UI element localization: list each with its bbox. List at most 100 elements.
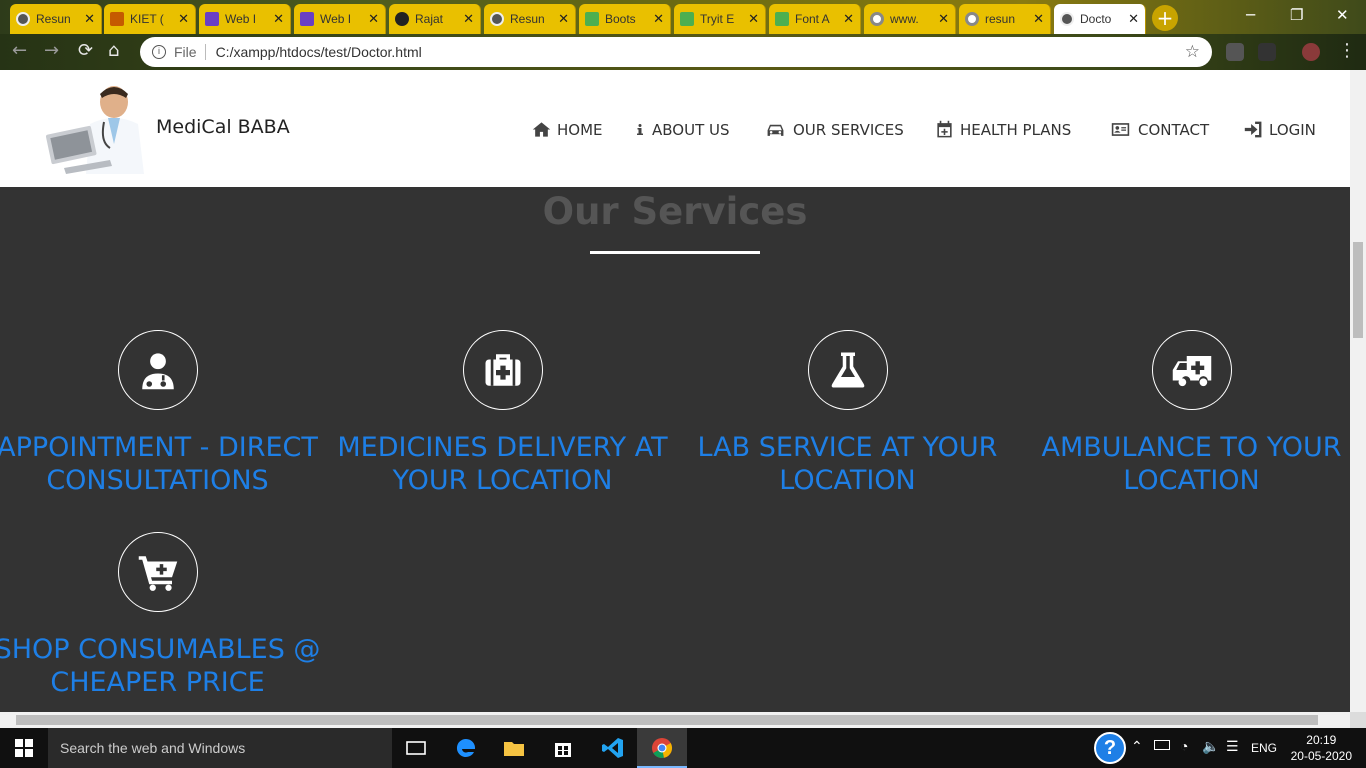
site-header: MediCal BABA HOME ABOUT US OUR SERVICES …	[0, 70, 1350, 187]
service-card[interactable]: Ambulance to your location	[1019, 330, 1364, 497]
browser-tab-active[interactable]: Docto ✕	[1054, 4, 1146, 34]
browser-tab[interactable]: Web I ✕	[294, 4, 386, 34]
nav-services[interactable]: OUR SERVICES	[764, 120, 904, 139]
url-text[interactable]: C:/xampp/htdocs/test/Doctor.html	[216, 44, 1185, 60]
windows-logo-icon	[15, 739, 33, 757]
close-icon[interactable]: ✕	[1033, 12, 1044, 27]
service-label: Medicines Delivery at your location	[337, 432, 668, 496]
browser-tab[interactable]: Web I ✕	[199, 4, 291, 34]
globe-icon	[490, 12, 504, 26]
divider	[204, 44, 206, 60]
tab-title: resun	[985, 12, 1016, 26]
browser-tab[interactable]: Tryit E ✕	[674, 4, 766, 34]
address-bar[interactable]: i File C:/xampp/htdocs/test/Doctor.html …	[140, 37, 1212, 67]
vertical-scrollbar[interactable]	[1350, 70, 1366, 712]
clock[interactable]: 20:19 20-05-2020	[1291, 732, 1352, 764]
clock-date: 20-05-2020	[1290, 749, 1352, 763]
help-icon[interactable]: ?	[1094, 732, 1126, 764]
windows-taskbar: Search the web and Windows ? ⌃ ◔ 🔈 ☰ ENG…	[0, 728, 1366, 768]
close-icon[interactable]: ✕	[748, 12, 759, 27]
browser-tab[interactable]: www. ✕	[864, 4, 956, 34]
profile-avatar[interactable]	[1302, 43, 1320, 61]
scrollbar-thumb[interactable]	[1353, 242, 1363, 338]
taskbar-search-input[interactable]: Search the web and Windows	[48, 728, 392, 768]
tab-title: KIET (	[130, 12, 164, 26]
close-icon[interactable]: ✕	[558, 12, 569, 27]
edge-icon[interactable]	[454, 736, 478, 760]
calendar-plus-icon	[937, 120, 952, 138]
w3-icon	[775, 12, 789, 26]
camera-extension-icon[interactable]	[1226, 43, 1244, 61]
close-icon[interactable]: ✕	[843, 12, 854, 27]
browser-tab[interactable]: Resun ✕	[10, 4, 102, 34]
bookmark-star-icon[interactable]: ☆	[1185, 42, 1200, 62]
nav-label: OUR SERVICES	[793, 120, 904, 139]
nav-health-plans[interactable]: HEALTH PLANS	[935, 120, 1071, 139]
browser-tab[interactable]: Font A ✕	[769, 4, 861, 34]
minimize-icon[interactable]: ─	[1246, 6, 1255, 24]
language-indicator[interactable]: ENG	[1251, 741, 1277, 755]
reload-icon[interactable]: ⟳	[78, 40, 93, 61]
service-card[interactable]: Shop Consumables @ cheaper price	[0, 532, 330, 699]
start-button[interactable]	[0, 728, 48, 768]
show-hidden-icons-icon[interactable]: ⌃	[1131, 738, 1143, 755]
tab-title: Web I	[225, 12, 257, 26]
close-icon[interactable]: ✕	[653, 12, 664, 27]
browser-tab[interactable]: Boots ✕	[579, 4, 671, 34]
close-icon[interactable]: ✕	[273, 12, 284, 27]
chrome-icon[interactable]	[650, 736, 674, 760]
nav-label: HOME	[557, 120, 603, 139]
nav-label: CONTACT	[1138, 120, 1210, 139]
home-browser-icon[interactable]: ⌂	[108, 40, 119, 61]
extension-icon[interactable]	[1258, 43, 1276, 61]
task-view-icon[interactable]	[404, 736, 428, 760]
brand-name[interactable]: MediCal BABA	[156, 116, 290, 138]
close-window-icon[interactable]: ✕	[1336, 6, 1349, 24]
service-icon-circle	[117, 330, 198, 410]
scheme-label: File	[174, 44, 197, 60]
forward-icon[interactable]: →	[44, 40, 59, 61]
horizontal-scrollbar[interactable]	[0, 712, 1350, 728]
service-label: Appointment - Direct Consultations	[0, 432, 318, 496]
service-card[interactable]: Appointment - Direct Consultations	[0, 330, 330, 497]
w3-icon	[680, 12, 694, 26]
service-card[interactable]: Lab Service at your location	[675, 330, 1020, 497]
browser-tab[interactable]: KIET ( ✕	[104, 4, 196, 34]
service-label: Shop Consumables @ cheaper price	[0, 634, 321, 698]
close-icon[interactable]: ✕	[938, 12, 949, 27]
browser-tab[interactable]: Rajat ✕	[389, 4, 481, 34]
google-icon	[870, 12, 884, 26]
nav-contact[interactable]: CONTACT	[1109, 120, 1209, 139]
service-card[interactable]: Medicines Delivery at your location	[330, 330, 675, 497]
close-icon[interactable]: ✕	[178, 12, 189, 27]
vscode-icon[interactable]	[601, 736, 625, 760]
close-icon[interactable]: ✕	[463, 12, 474, 27]
browser-tab[interactable]: resun ✕	[959, 4, 1051, 34]
volume-icon[interactable]: 🔈	[1202, 738, 1219, 755]
restore-icon[interactable]: ❐	[1290, 6, 1303, 24]
menu-dots-icon[interactable]: ⋮	[1338, 40, 1356, 61]
tab-title: Rajat	[415, 12, 444, 26]
close-icon[interactable]: ✕	[84, 12, 95, 27]
wifi-icon[interactable]: ◔	[1180, 738, 1188, 754]
new-tab-button[interactable]: +	[1152, 5, 1178, 31]
ambulance-icon	[1172, 356, 1211, 387]
notification-icon[interactable]: ☰	[1226, 738, 1239, 755]
nav-home[interactable]: HOME	[532, 120, 603, 139]
medkit-icon	[485, 354, 520, 386]
tab-title: Boots	[605, 12, 636, 26]
battery-icon[interactable]	[1154, 740, 1170, 750]
google-icon	[965, 12, 979, 26]
clock-time: 20:19	[1306, 733, 1337, 747]
close-icon[interactable]: ✕	[1128, 12, 1139, 27]
nav-login[interactable]: LOGIN	[1244, 120, 1316, 139]
file-explorer-icon[interactable]	[502, 736, 526, 760]
nav-about[interactable]: ABOUT US	[634, 120, 730, 139]
browser-tab[interactable]: Resun ✕	[484, 4, 576, 34]
tab-title: Resun	[510, 12, 545, 26]
close-icon[interactable]: ✕	[368, 12, 379, 27]
info-icon[interactable]: i	[152, 45, 166, 59]
scrollbar-thumb[interactable]	[16, 715, 1318, 725]
back-icon[interactable]: ←	[12, 40, 27, 61]
store-icon[interactable]	[551, 736, 575, 760]
